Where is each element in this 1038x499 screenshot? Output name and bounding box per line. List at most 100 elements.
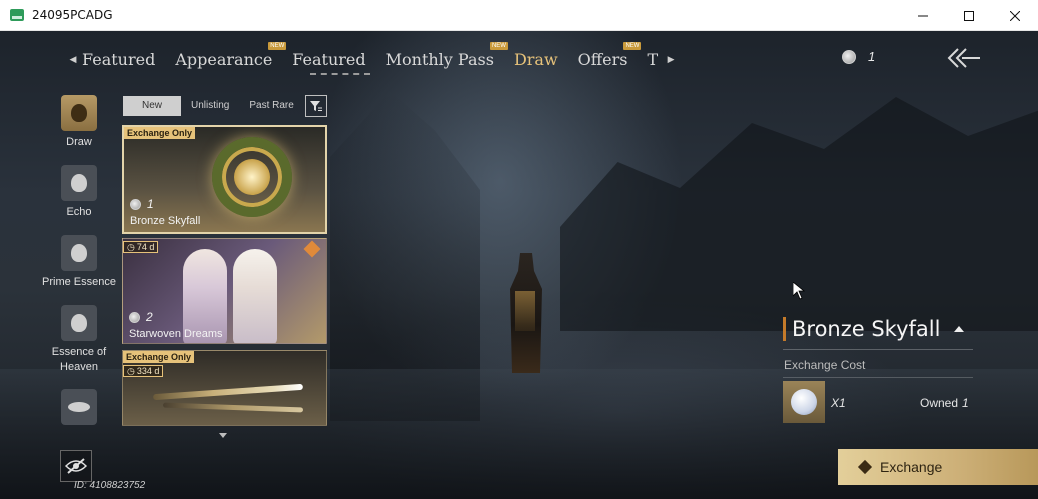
owned-count: Owned 1 <box>920 396 969 410</box>
tab-truncated[interactable]: T <box>647 50 658 69</box>
item-artwork-glow <box>234 159 270 195</box>
card-timer-value: 334 d <box>136 365 160 376</box>
currency-amount: 1 <box>868 49 876 64</box>
side-item-echo[interactable]: Echo <box>36 165 122 235</box>
exchange-cost-label: Exchange Cost <box>784 358 866 372</box>
active-tab-indicator <box>310 73 370 75</box>
diamond-icon <box>857 459 873 475</box>
card-timer-value: 74 d <box>136 241 155 252</box>
tab-label: Appearance <box>175 49 273 69</box>
weapon-artwork <box>152 383 304 401</box>
coin-icon <box>129 311 140 323</box>
detail-header: Bronze Skyfall <box>783 315 973 343</box>
tab-monthly-pass[interactable]: Monthly Pass NEW <box>385 41 508 69</box>
maximize-button[interactable] <box>946 0 992 31</box>
tab-featured-2[interactable]: Featured <box>292 50 365 69</box>
side-item-label: Essence of Heaven <box>51 346 107 373</box>
window-controls <box>900 0 1038 31</box>
subtabs: New Unlisting Past Rare <box>123 96 304 116</box>
minimize-button[interactable] <box>900 0 946 31</box>
owned-value: 1 <box>962 396 969 410</box>
item-card-bronze-skyfall[interactable]: Exchange Only 1 Bronze Skyfall <box>122 125 327 234</box>
close-button[interactable] <box>992 0 1038 31</box>
character-artwork <box>233 249 277 343</box>
detail-title: Bronze Skyfall <box>792 317 941 341</box>
close-icon <box>1010 10 1020 21</box>
weapon-artwork <box>162 402 304 413</box>
prime-essence-icon <box>61 235 97 271</box>
subtab-new[interactable]: New <box>123 96 181 116</box>
divider <box>783 349 973 350</box>
rarity-icon <box>303 240 321 258</box>
tab-draw[interactable]: Draw <box>514 50 558 69</box>
lips-icon <box>61 389 97 425</box>
clock-icon: ◷ <box>127 365 135 376</box>
item-card-starwoven-dreams[interactable]: ◷ 74 d 2 Starwoven Dreams <box>122 238 327 344</box>
tab-featured-1[interactable]: Featured <box>82 50 155 69</box>
card-timer: ◷ 334 d <box>123 365 164 377</box>
window-title: 24095PCADG <box>32 8 113 22</box>
side-item-prime-essence[interactable]: Prime Essence <box>36 235 122 305</box>
tab-label: Monthly Pass <box>385 49 494 69</box>
card-quantity: 1 <box>130 197 154 211</box>
subtab-past-rare[interactable]: Past Rare <box>239 96 303 116</box>
side-item-essence-of-heaven[interactable]: Essence of Heaven <box>36 305 122 389</box>
side-item-label: Echo <box>66 206 92 218</box>
new-badge: NEW <box>489 41 508 50</box>
exchange-only-tag: Exchange Only <box>124 127 196 139</box>
essence-of-heaven-icon <box>61 305 97 341</box>
item-card-weapon[interactable]: Exchange Only ◷ 334 d <box>122 350 327 426</box>
side-item-draw[interactable]: Draw <box>36 95 122 165</box>
card-quantity: 2 <box>129 310 153 324</box>
tab-appearance[interactable]: Appearance NEW <box>175 41 287 69</box>
user-id: ID: 4108823752 <box>74 480 146 491</box>
coin-icon <box>130 198 141 210</box>
subtab-unlisting[interactable]: Unlisting <box>181 96 239 116</box>
side-item-label: Prime Essence <box>42 276 116 288</box>
coin-icon <box>842 49 856 64</box>
new-badge: NEW <box>623 41 642 50</box>
echo-icon <box>61 165 97 201</box>
window-titlebar: 24095PCADG <box>0 0 1038 31</box>
card-quantity-value: 1 <box>147 197 154 211</box>
side-item-lips[interactable] <box>36 389 122 459</box>
card-quantity-value: 2 <box>146 310 153 324</box>
new-badge: NEW <box>268 41 287 50</box>
divider <box>783 377 973 378</box>
owned-label: Owned <box>920 396 959 410</box>
minimize-icon <box>918 15 928 16</box>
clock-icon: ◷ <box>127 241 135 252</box>
mouse-cursor-icon <box>793 282 805 300</box>
maximize-icon <box>964 10 974 21</box>
hide-ui-button[interactable] <box>60 450 92 482</box>
cost-quantity: X1 <box>831 396 846 410</box>
token-ball-icon <box>791 389 817 415</box>
caret-right-icon[interactable]: ▶ <box>662 54 680 65</box>
title-accent-bar <box>783 317 786 341</box>
draw-icon <box>61 95 97 131</box>
side-item-label: Draw <box>66 136 92 148</box>
eye-slash-icon <box>65 458 87 474</box>
card-name: Bronze Skyfall <box>130 215 201 227</box>
tab-label: Featured <box>292 49 366 69</box>
scroll-down-icon[interactable] <box>219 433 227 438</box>
tab-label: Draw <box>513 49 558 69</box>
game-viewport: ◀ Featured Appearance NEW Featured Monthl… <box>0 31 1038 499</box>
tab-offers[interactable]: Offers NEW <box>577 41 642 69</box>
side-menu: Draw Echo Prime Essence Essence of Heave… <box>36 95 122 459</box>
chevron-up-icon[interactable] <box>954 326 965 332</box>
filter-button[interactable] <box>305 95 327 117</box>
exchange-only-tag: Exchange Only <box>123 351 195 363</box>
currency-display: 1 <box>842 49 875 64</box>
filter-icon <box>310 101 322 111</box>
double-chevron-back-icon <box>947 48 980 68</box>
tab-label: Offers <box>577 49 628 69</box>
app-icon <box>10 9 24 21</box>
tab-label: Featured <box>82 49 156 69</box>
cost-item-slot[interactable] <box>783 381 825 423</box>
back-button[interactable] <box>946 47 982 69</box>
character-armor-highlight <box>515 291 535 331</box>
exchange-button[interactable]: Exchange <box>838 449 1038 485</box>
caret-left-icon[interactable]: ◀ <box>64 54 82 65</box>
card-name: Starwoven Dreams <box>129 328 223 340</box>
